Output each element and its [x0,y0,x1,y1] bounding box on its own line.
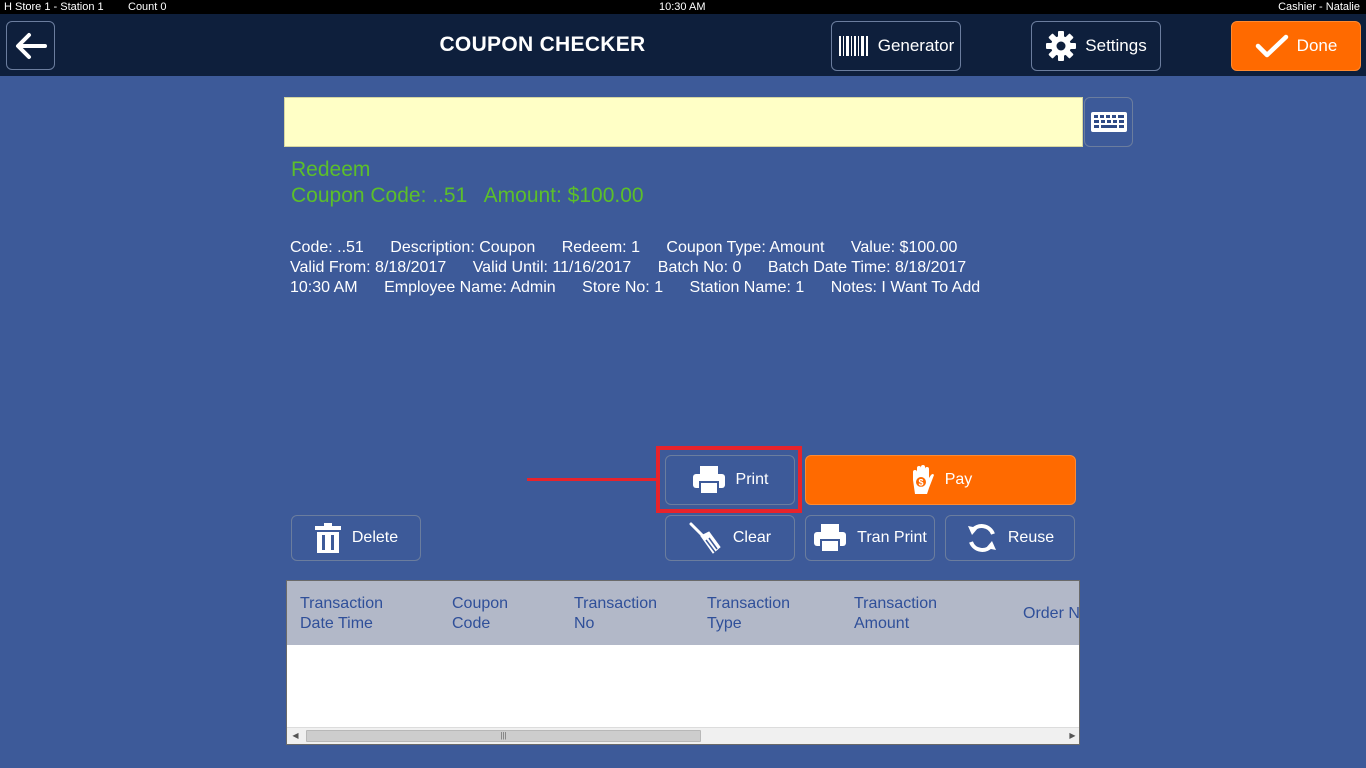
detail-item: Coupon Type: Amount [666,239,825,256]
pay-label: Pay [944,471,973,488]
coupon-details: Code: ..51 Description: Coupon Redeem: 1… [290,238,1070,298]
detail-item: Value: $100.00 [850,239,958,256]
printer-icon [692,466,725,495]
back-button[interactable] [6,21,55,70]
column-header-transaction-type[interactable]: Transaction Type [707,594,790,634]
cashier-text: Cashier - Natalie [1278,1,1360,13]
trash-icon [314,523,341,553]
detail-item: Employee Name: Admin [384,279,556,296]
redeem-status: Redeem [291,158,371,181]
detail-item: Description: Coupon [390,239,536,256]
keyboard-button[interactable] [1084,97,1133,147]
detail-item: Redeem: 1 [561,239,640,256]
column-header-transaction-no[interactable]: Transaction No [574,594,657,634]
count-text: Count 0 [128,1,167,13]
printer-icon [814,524,847,553]
hand-dollar-icon: $ [912,465,934,494]
detail-item: Code: ..51 [290,239,364,256]
header-bar: COUPON CHECKER Generator Settings Done [0,14,1366,76]
detail-item: Store No: 1 [582,279,664,296]
pay-button[interactable]: $ Pay [805,455,1076,505]
print-label: Print [735,471,769,488]
column-header-transaction-date-time[interactable]: Transaction Date Time [300,594,383,634]
clock-text: 10:30 AM [659,1,706,13]
done-button[interactable]: Done [1231,21,1361,71]
detail-item: Station Name: 1 [689,279,805,296]
settings-button[interactable]: Settings [1031,21,1161,71]
generator-label: Generator [877,36,955,55]
barcode-icon [838,36,868,56]
detail-item: 10:30 AM [290,279,358,296]
annotation-arrow-line [527,478,658,481]
checkmark-icon [1255,34,1288,58]
delete-button[interactable]: Delete [291,515,421,561]
coupon-code-input[interactable] [284,97,1083,147]
table-header: Transaction Date Time Coupon Code Transa… [287,581,1079,645]
refresh-icon [967,524,996,552]
page-title: COUPON CHECKER [439,33,646,56]
transactions-table[interactable]: Transaction Date Time Coupon Code Transa… [286,580,1080,745]
clear-label: Clear [732,529,772,546]
done-label: Done [1296,36,1338,55]
scrollbar-thumb[interactable]: ||| [306,730,701,742]
detail-item: Valid Until: 11/16/2017 [472,259,632,276]
detail-item: Batch No: 0 [657,259,742,276]
coupon-code-amount: Coupon Code: ..51 Amount: $100.00 [291,184,644,207]
print-button[interactable]: Print [665,455,795,505]
scroll-right-arrow-icon[interactable]: ▶ [1064,728,1079,744]
horizontal-scrollbar[interactable]: ◀ ||| ▶ [287,727,1079,744]
keyboard-icon [1090,112,1127,132]
column-header-coupon-code[interactable]: Coupon Code [452,594,508,634]
column-header-order-no[interactable]: Order N [1023,604,1079,624]
status-bar: H Store 1 - Station 1 Count 0 10:30 AM C… [0,0,1366,14]
reuse-button[interactable]: Reuse [945,515,1075,561]
scroll-left-arrow-icon[interactable]: ◀ [287,728,304,744]
column-header-transaction-amount[interactable]: Transaction Amount [854,594,937,634]
reuse-label: Reuse [1007,529,1055,546]
settings-label: Settings [1085,36,1147,55]
tran-print-label: Tran Print [857,529,927,546]
broom-icon [689,522,721,554]
detail-item: Batch Date Time: 8/18/2017 [767,259,967,276]
clear-button[interactable]: Clear [665,515,795,561]
arrow-left-icon [15,32,47,59]
detail-item: Valid From: 8/18/2017 [290,259,447,276]
svg-text:$: $ [918,478,923,488]
generator-button[interactable]: Generator [831,21,961,71]
delete-label: Delete [351,529,399,546]
store-station-text: H Store 1 - Station 1 [4,1,104,13]
gear-icon [1046,31,1077,61]
detail-item: Notes: I Want To Add [830,279,981,296]
tran-print-button[interactable]: Tran Print [805,515,935,561]
